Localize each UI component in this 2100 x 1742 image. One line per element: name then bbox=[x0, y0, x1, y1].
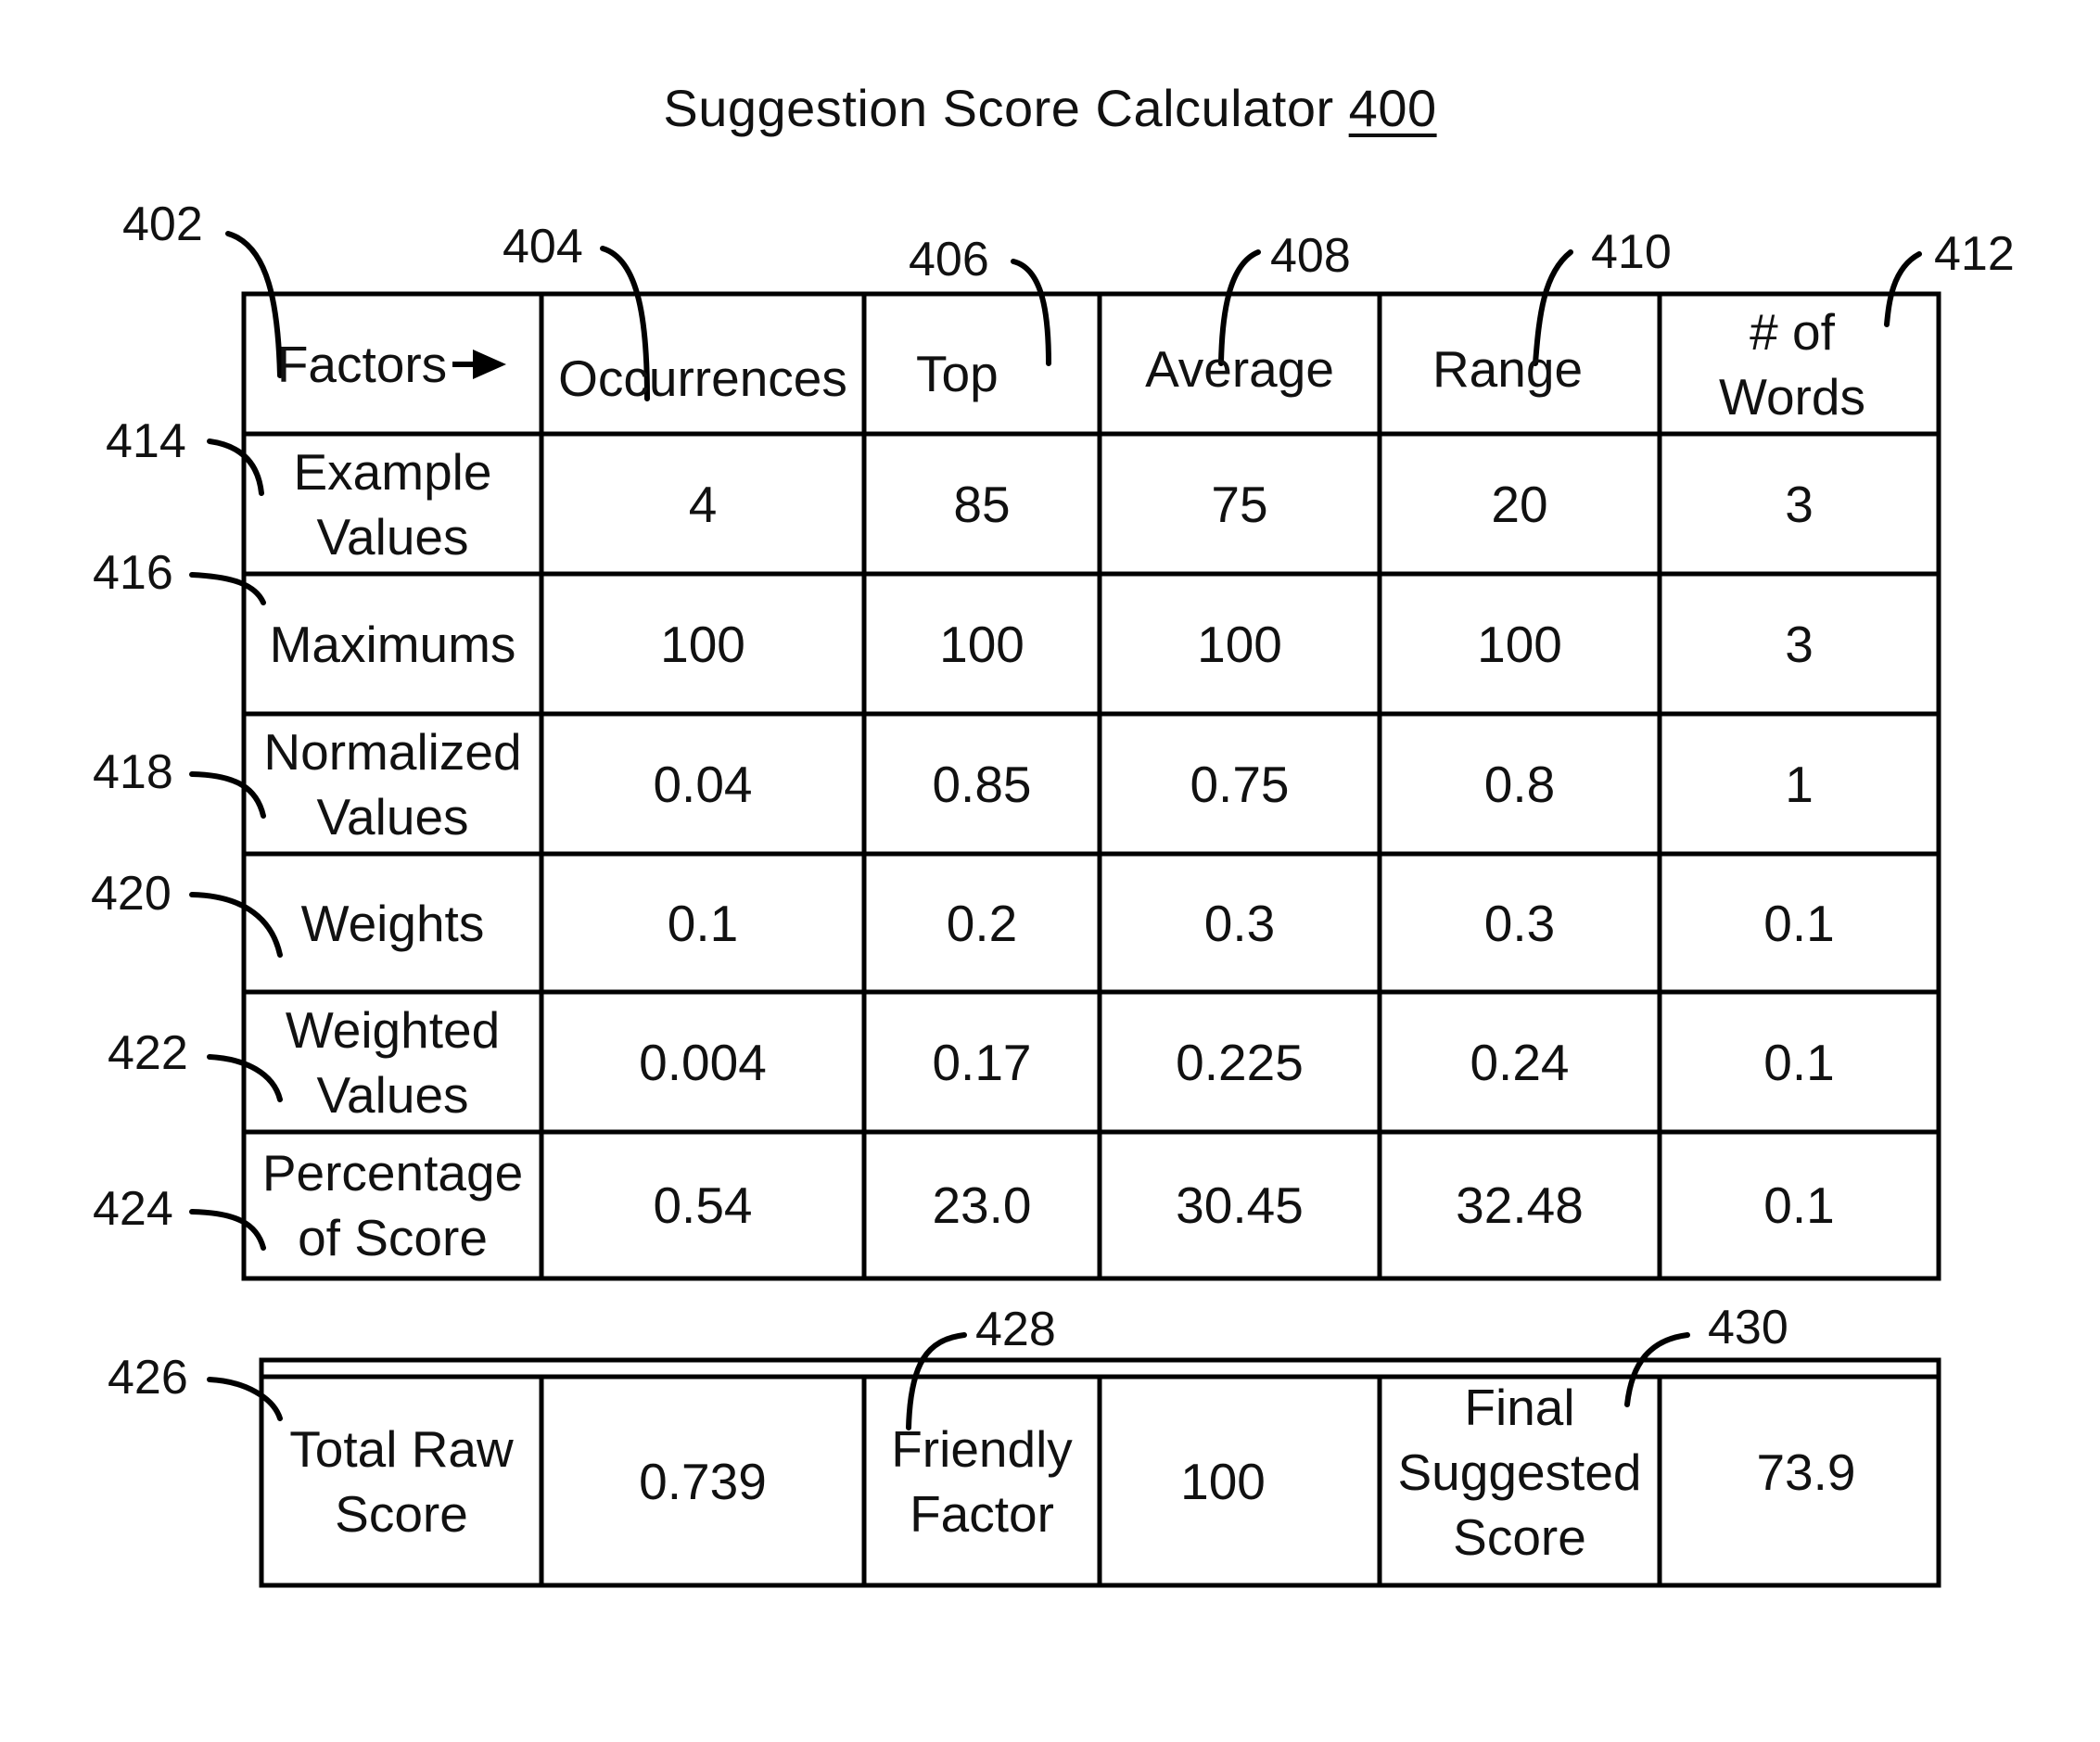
cell-weights-col3: 0.3 bbox=[1203, 894, 1276, 952]
cell-weights-col2: 0.2 bbox=[946, 894, 1018, 952]
total-raw-value: 0.739 bbox=[639, 1453, 767, 1510]
cell-example-values-col2: 85 bbox=[953, 475, 1011, 533]
cell-example-values-col3: 75 bbox=[1211, 475, 1268, 533]
cell-percentage-of-score-col5: 0.1 bbox=[1763, 1176, 1835, 1234]
cell-weighted-values-col4: 0.24 bbox=[1470, 1033, 1570, 1091]
ref-402: 402 bbox=[122, 197, 203, 251]
ref-430: 430 bbox=[1708, 1301, 1788, 1354]
friendly-factor-value: 100 bbox=[1180, 1453, 1266, 1510]
total-raw-label: Total Raw Score bbox=[289, 1420, 514, 1543]
cell-example-values-col5: 3 bbox=[1785, 475, 1814, 533]
header-average: Average bbox=[1145, 339, 1334, 398]
row-label-percentage-of-score: Percentage of Score bbox=[261, 1144, 524, 1266]
cell-normalized-values-col2: 0.85 bbox=[932, 755, 1032, 813]
ref-424: 424 bbox=[93, 1182, 173, 1236]
row-label-weighted-values: Weighted Values bbox=[285, 1000, 501, 1124]
cell-weights-col5: 0.1 bbox=[1763, 894, 1835, 952]
right-arrow-icon bbox=[452, 349, 507, 379]
ref-410: 410 bbox=[1591, 225, 1672, 279]
factors-label: Factors bbox=[276, 335, 448, 393]
ref-414: 414 bbox=[106, 414, 186, 468]
ref-408: 408 bbox=[1270, 229, 1351, 283]
ref-422: 422 bbox=[108, 1026, 188, 1080]
cell-percentage-of-score-col3: 30.45 bbox=[1176, 1176, 1304, 1234]
ref-406: 406 bbox=[909, 233, 989, 286]
cell-normalized-values-col3: 0.75 bbox=[1190, 755, 1290, 813]
cell-maximums-col4: 100 bbox=[1477, 615, 1562, 673]
cell-maximums-col5: 3 bbox=[1785, 615, 1814, 673]
friendly-factor-label: Friendly Factor bbox=[891, 1420, 1073, 1543]
row-label-example-values: Example Values bbox=[293, 442, 492, 566]
cell-weighted-values-col3: 0.225 bbox=[1176, 1033, 1304, 1091]
cell-percentage-of-score-col4: 32.48 bbox=[1456, 1176, 1584, 1234]
ref-426: 426 bbox=[108, 1351, 188, 1405]
ref-412: 412 bbox=[1934, 227, 2015, 281]
final-score-label: Final Suggested Score bbox=[1397, 1379, 1642, 1566]
cell-weighted-values-col1: 0.004 bbox=[639, 1033, 767, 1091]
cell-weighted-values-col2: 0.17 bbox=[932, 1033, 1032, 1091]
cell-percentage-of-score-col1: 0.54 bbox=[653, 1176, 753, 1234]
cell-normalized-values-col5: 1 bbox=[1785, 755, 1814, 813]
header-occurrences: Occurrences bbox=[558, 349, 847, 407]
header-range: Range bbox=[1432, 339, 1584, 398]
cell-maximums-col2: 100 bbox=[939, 615, 1025, 673]
cell-normalized-values-col1: 0.04 bbox=[653, 755, 753, 813]
cell-example-values-col4: 20 bbox=[1491, 475, 1548, 533]
cell-maximums-col1: 100 bbox=[660, 615, 745, 673]
ref-418: 418 bbox=[93, 745, 173, 799]
final-score-value: 73.9 bbox=[1756, 1443, 1856, 1501]
cell-maximums-col3: 100 bbox=[1197, 615, 1282, 673]
ref-416: 416 bbox=[93, 546, 173, 600]
ref-420: 420 bbox=[91, 867, 172, 921]
cell-weights-col4: 0.3 bbox=[1483, 894, 1556, 952]
cell-normalized-values-col4: 0.8 bbox=[1483, 755, 1556, 813]
row-label-normalized-values: Normalized Values bbox=[263, 722, 522, 846]
ref-404: 404 bbox=[503, 220, 583, 273]
cell-weighted-values-col5: 0.1 bbox=[1763, 1033, 1835, 1091]
header-factors: Factors bbox=[247, 297, 539, 431]
cell-weights-col1: 0.1 bbox=[667, 894, 739, 952]
cell-percentage-of-score-col2: 23.0 bbox=[932, 1176, 1032, 1234]
header-words: # of Words bbox=[1719, 302, 1865, 426]
ref-428: 428 bbox=[975, 1303, 1056, 1356]
row-label-weights: Weights bbox=[300, 894, 485, 952]
header-top: Top bbox=[916, 344, 999, 402]
cell-example-values-col1: 4 bbox=[688, 475, 718, 533]
row-label-maximums: Maximums bbox=[269, 615, 516, 673]
